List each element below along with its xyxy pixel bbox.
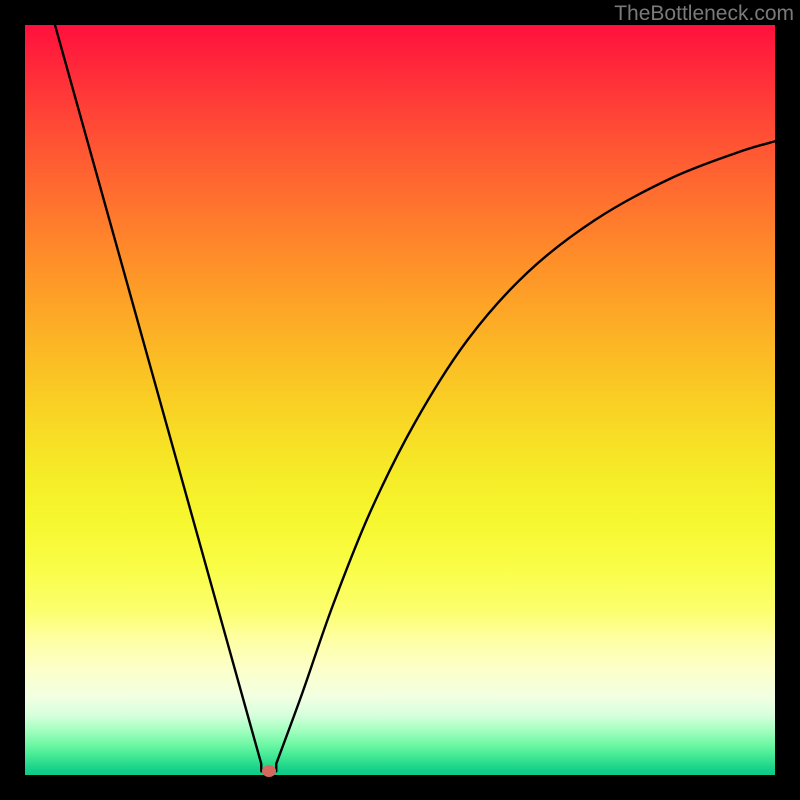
bottleneck-curve (25, 25, 775, 775)
chart-frame: TheBottleneck.com (0, 0, 800, 800)
curve-minimum-marker (262, 765, 276, 777)
plot-area (25, 25, 775, 775)
watermark-text: TheBottleneck.com (614, 2, 794, 26)
